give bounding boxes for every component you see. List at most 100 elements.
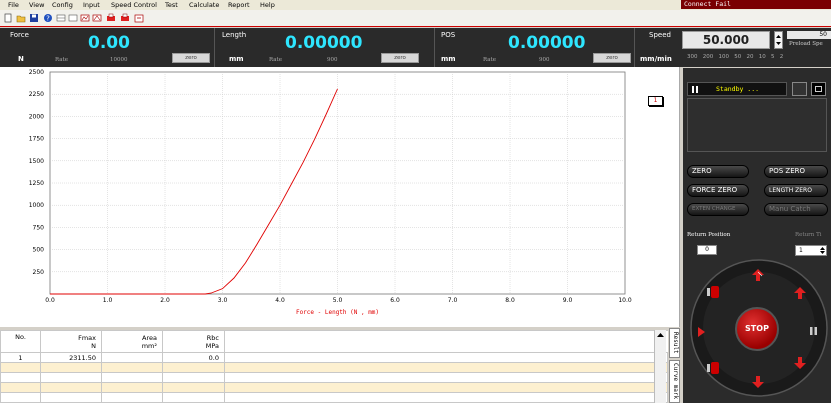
header-no: No. — [0, 330, 41, 353]
length-zero-button[interactable]: LENGTH ZERO — [764, 184, 828, 197]
length-zero-button[interactable]: zero — [381, 53, 419, 63]
report-icon[interactable] — [80, 13, 90, 23]
force-unit: N — [18, 55, 24, 63]
preload-speed-input[interactable]: 50 — [787, 31, 831, 39]
stop-button[interactable]: STOP — [735, 307, 779, 351]
preset-2[interactable]: 2 — [780, 54, 784, 60]
table-row[interactable] — [0, 372, 668, 383]
speed-presets: 300 200 100 50 20 10 5 2 — [687, 54, 783, 60]
zero-button[interactable]: ZERO — [687, 165, 749, 178]
force-rate-value: 10000 — [110, 57, 128, 63]
header-rbc: Rbc MPa — [162, 330, 225, 353]
exten-change-button[interactable]: EXTEN CHANGE — [687, 203, 749, 216]
control-panel: Standby ... ZERO POS ZERO FORCE ZERO LEN… — [683, 68, 831, 403]
force-zero-button[interactable]: FORCE ZERO — [687, 184, 749, 197]
pos-zero-button[interactable]: zero — [593, 53, 631, 63]
preset-50[interactable]: 50 — [734, 54, 741, 60]
fast-down-icon[interactable] — [751, 375, 765, 389]
menu-bar: File View Config Input Speed Control Tes… — [0, 0, 831, 10]
grid-icon[interactable] — [56, 13, 66, 23]
table-row[interactable]: 1 2311.50 0.0 — [0, 352, 668, 363]
cell-fmax: 2311.50 — [40, 352, 102, 363]
y-tick-label: 2500 — [29, 69, 44, 76]
force-zero-button[interactable]: zero — [172, 53, 210, 63]
x-tick-label: 2.0 — [160, 297, 170, 304]
length-rate-value: 900 — [327, 57, 338, 63]
preset-10[interactable]: 10 — [759, 54, 766, 60]
x-tick-label: 1.0 — [103, 297, 113, 304]
menu-report[interactable]: Report — [228, 1, 250, 9]
speed-panel: Speed mm/min 50.000 50 Preload Spe 300 2… — [635, 28, 831, 67]
help-icon[interactable]: ? — [43, 13, 53, 23]
return-position-label: Return Position — [687, 232, 731, 238]
print-icon[interactable] — [106, 13, 116, 23]
cell-no: 1 — [0, 352, 41, 363]
menu-file[interactable]: File — [8, 1, 19, 9]
mode-button-grey[interactable] — [792, 82, 807, 96]
force-panel: Force N 0.00 Rate 10000 zero — [0, 28, 215, 67]
manu-catch-button[interactable]: Manu Catch — [764, 203, 828, 216]
menu-calculate[interactable]: Calculate — [189, 1, 219, 9]
mode-button-black[interactable] — [811, 82, 826, 96]
y-tick-label: 750 — [33, 224, 45, 231]
preload-speed-label: Preload Spe — [789, 41, 823, 47]
speed-label: Speed — [649, 31, 671, 39]
menu-speed-control[interactable]: Speed Control — [111, 1, 157, 9]
preset-300[interactable]: 300 — [687, 54, 698, 60]
y-tick-label: 500 — [33, 247, 45, 254]
speed-spinner[interactable] — [774, 31, 783, 49]
menu-config[interactable]: Config — [52, 1, 73, 9]
force-label: Force — [10, 31, 29, 39]
open-folder-icon[interactable] — [16, 13, 26, 23]
save-icon[interactable] — [29, 13, 39, 23]
preset-5[interactable]: 5 — [771, 54, 775, 60]
table-row[interactable] — [0, 362, 668, 373]
scroll-up-icon[interactable] — [655, 330, 666, 340]
preset-200[interactable]: 200 — [703, 54, 714, 60]
grip-close-icon[interactable] — [705, 360, 721, 376]
export-icon[interactable] — [120, 13, 130, 23]
pos-zero-button[interactable]: POS ZERO — [764, 165, 828, 178]
play-icon[interactable] — [697, 326, 706, 338]
menu-test[interactable]: Test — [165, 1, 178, 9]
fast-up-icon[interactable] — [751, 268, 765, 282]
menu-view[interactable]: View — [29, 1, 44, 9]
exit-icon[interactable] — [134, 13, 144, 23]
svg-text:?: ? — [46, 15, 50, 23]
x-tick-label: 3.0 — [218, 297, 228, 304]
pos-panel: POS mm 0.00000 Rate 900 zero — [435, 28, 635, 67]
table-scrollbar[interactable] — [654, 330, 666, 403]
y-tick-label: 1000 — [29, 202, 44, 209]
speed-input[interactable]: 50.000 — [682, 31, 770, 49]
window-icon[interactable] — [68, 13, 78, 23]
menu-input[interactable]: Input — [83, 1, 100, 9]
spinner-arrows-icon[interactable] — [819, 246, 826, 255]
x-tick-label: 6.0 — [390, 297, 400, 304]
return-time-input[interactable]: 1 — [795, 245, 827, 256]
chart-area: 0.0 1.0 2.0 3.0 4.0 5.0 6.0 7.0 8.0 9.0 10.0 250 500… — [0, 67, 680, 327]
new-file-icon[interactable] — [3, 13, 13, 23]
up-arrow-icon[interactable] — [793, 286, 807, 300]
y-tick-label: 2250 — [29, 91, 44, 98]
down-arrow-icon[interactable] — [793, 356, 807, 370]
chart-icon[interactable] — [92, 13, 102, 23]
table-header-row: No. Fmax N Area mm² Rbc MPa — [0, 330, 668, 353]
result-tab[interactable]: Result — [669, 328, 680, 358]
speed-unit: mm/min — [640, 55, 672, 63]
grip-open-icon[interactable] — [705, 284, 721, 300]
table-row[interactable] — [0, 382, 668, 393]
return-position-input[interactable]: 0 — [697, 245, 717, 255]
preset-100[interactable]: 100 — [719, 54, 730, 60]
pos-value: 0.00000 — [508, 33, 586, 53]
legend-marker[interactable]: 1 — [648, 96, 663, 106]
menu-help[interactable]: Help — [260, 1, 275, 9]
preset-20[interactable]: 20 — [747, 54, 754, 60]
curve-mark-tab[interactable]: Curve mark — [669, 360, 680, 403]
results-table: No. Fmax N Area mm² Rbc MPa 1 2311.50 0.0 — [0, 330, 668, 403]
table-row[interactable] — [0, 392, 668, 403]
pause-right-icon[interactable] — [809, 326, 818, 336]
length-value: 0.00000 — [285, 33, 363, 53]
length-panel: Length mm 0.00000 Rate 900 zero — [215, 28, 435, 67]
cell-rbc: 0.0 — [162, 352, 225, 363]
y-tick-label: 1750 — [29, 136, 44, 143]
